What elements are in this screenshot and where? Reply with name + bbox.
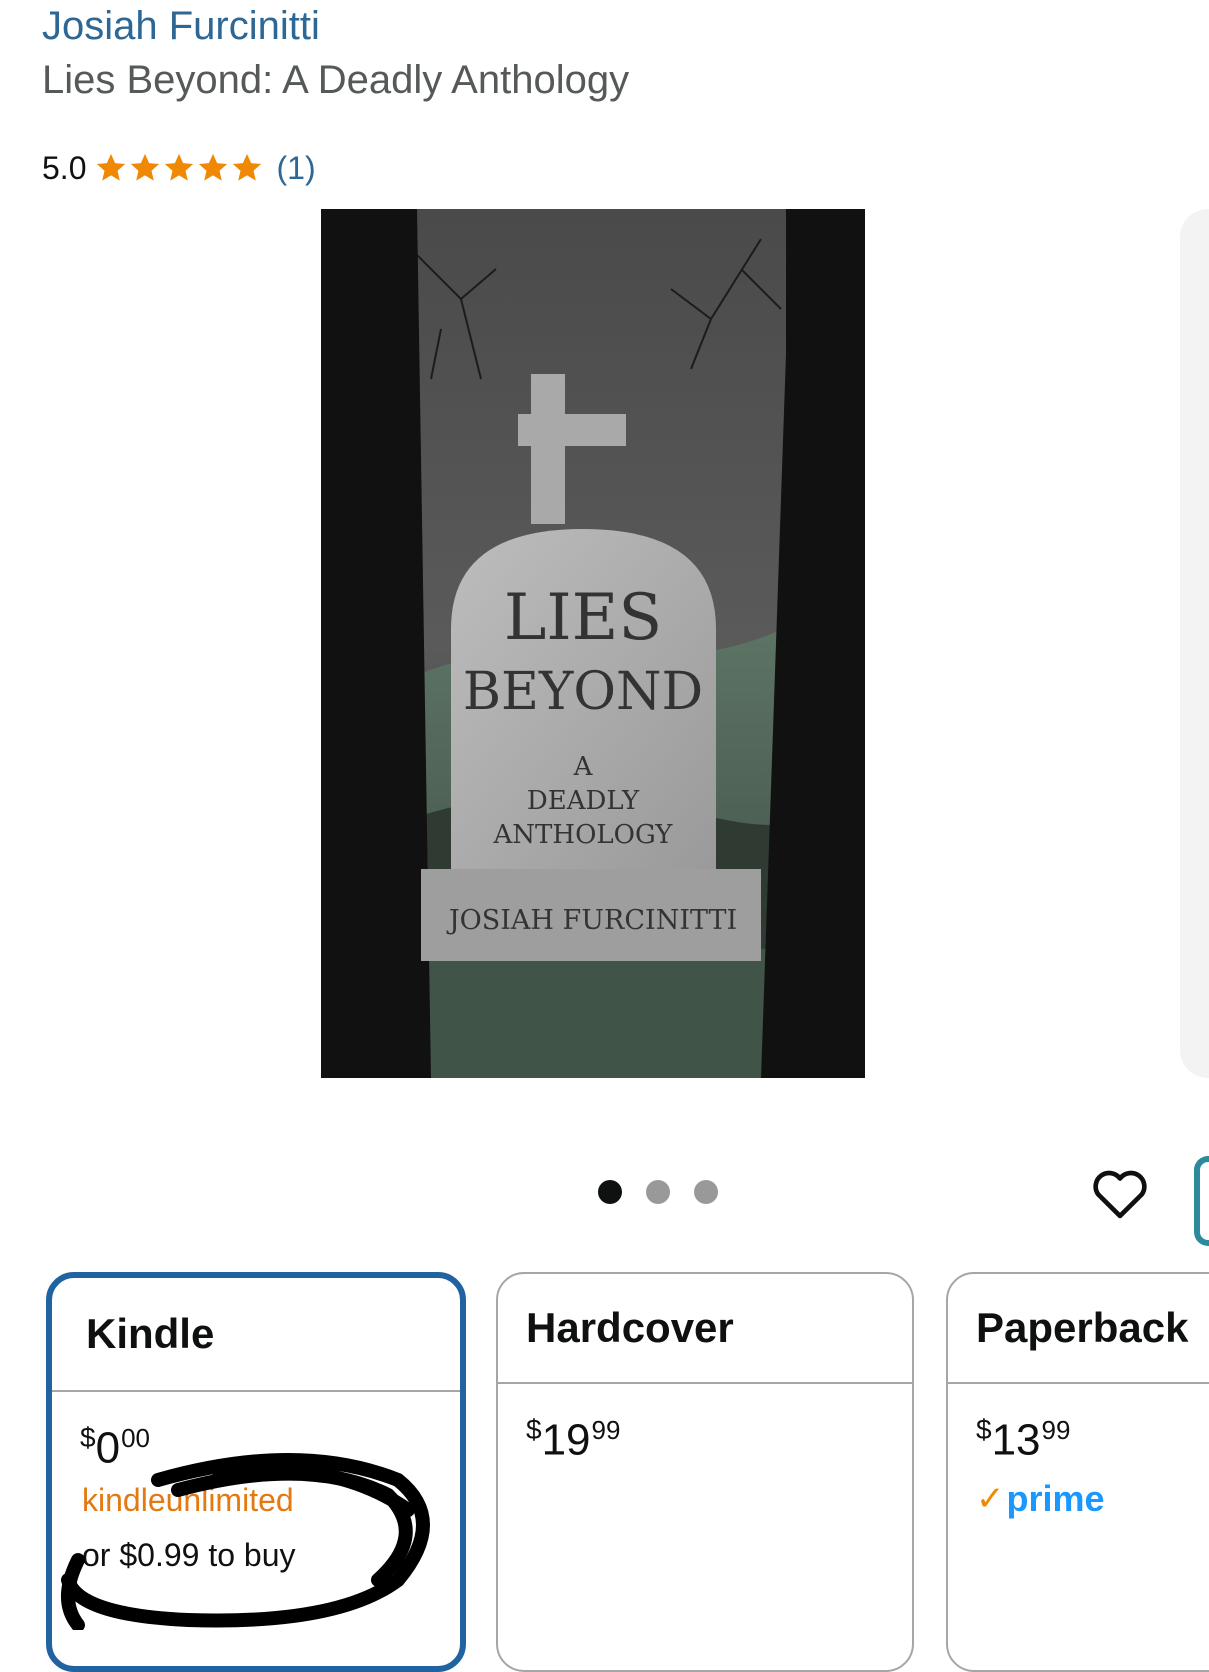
star-icon [199,153,228,181]
star-icon [233,153,262,181]
cover-subtitle-line2: DEADLY [527,786,640,816]
format-card-hardcover[interactable]: Hardcover $1999 [496,1272,914,1672]
format-card-kindle[interactable]: Kindle $000 kindleunlimited or $0.99 to … [46,1272,466,1672]
buy-price-text: or $0.99 to buy [82,1536,296,1573]
star-icon [165,153,194,181]
format-price: $1399 [976,1414,1071,1465]
kindle-unlimited-label: kindleunlimited [82,1481,294,1518]
format-name: Kindle [52,1278,460,1392]
prime-check-icon: ✓ [976,1479,1005,1518]
format-name: Hardcover [498,1274,912,1384]
star-icon [97,153,126,181]
heart-icon[interactable] [1089,1163,1151,1225]
rating-count-link[interactable]: (1) [276,150,315,187]
format-name: Paperback [948,1274,1209,1384]
share-button[interactable] [1194,1156,1209,1246]
rating-summary[interactable]: 5.0 (1) [42,146,316,190]
carousel-dot[interactable] [694,1180,718,1204]
prime-badge: ✓ prime [976,1477,1105,1519]
star-icon [131,153,160,181]
carousel-dot[interactable] [646,1180,670,1204]
carousel-indicator [598,1180,718,1204]
product-title: Lies Beyond: A Deadly Anthology [42,58,630,102]
rating-value: 5.0 [42,149,87,186]
cover-title-line1: LIES [504,581,662,655]
format-price: $000 [80,1422,150,1473]
cover-subtitle-line1: A [573,752,594,782]
carousel-dot[interactable] [598,1180,622,1204]
book-cover-image[interactable]: LIES BEYOND A DEADLY ANTHOLOGY JOSIAH FU… [321,209,865,1078]
next-image-preview[interactable] [1180,209,1209,1078]
format-price: $1999 [526,1414,621,1465]
cover-title-line2: BEYOND [463,662,703,722]
author-link[interactable]: Josiah Furcinitti [42,4,320,49]
cover-subtitle-line3: ANTHOLOGY [493,820,674,850]
cover-author: JOSIAH FURCINITTI [446,905,737,936]
format-card-paperback[interactable]: Paperback $1399 ✓ prime [946,1272,1209,1672]
